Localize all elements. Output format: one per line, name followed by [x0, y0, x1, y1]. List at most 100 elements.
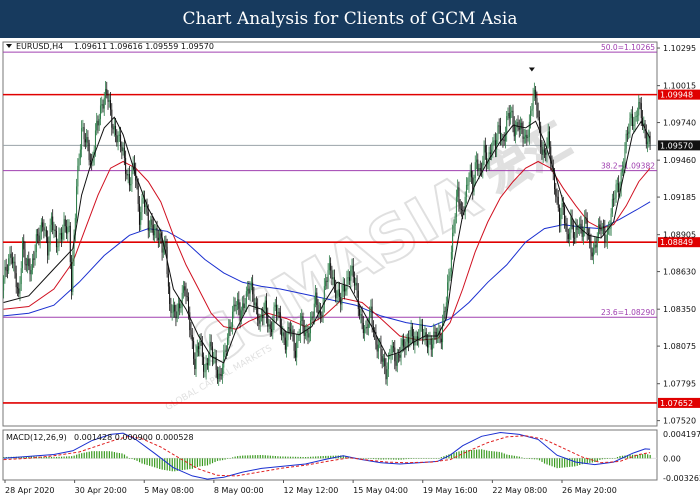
candle-body [411, 326, 413, 337]
candle-body [336, 295, 338, 299]
candle-body [561, 203, 563, 215]
price-tick-label: 1.07795 [663, 380, 696, 389]
candle-body [59, 232, 61, 235]
macd-histogram-bar [501, 452, 503, 459]
candle-body [626, 133, 628, 135]
candle-body [35, 234, 37, 253]
macd-histogram-bar [370, 458, 372, 459]
candle-body [603, 226, 605, 228]
macd-histogram-bar [86, 452, 88, 459]
macd-histogram-bar [279, 456, 282, 459]
candle-body [382, 358, 384, 362]
candle-body [269, 324, 271, 329]
macd-histogram-bar [644, 453, 646, 459]
macd-histogram-bar [637, 454, 639, 459]
candle-body [191, 335, 193, 342]
macd-histogram-bar [214, 458, 216, 463]
candle-body [408, 337, 410, 344]
macd-histogram-bar [478, 449, 480, 459]
macd-histogram-bar [385, 458, 387, 460]
candle-body [645, 131, 647, 145]
candle-body [555, 189, 557, 197]
candle-body [308, 333, 310, 338]
macd-histogram-bar [508, 454, 510, 459]
candle-body [64, 219, 66, 227]
candle-body [296, 341, 298, 358]
macd-histogram-bar [481, 449, 483, 459]
candle-body [361, 314, 363, 323]
candle-body [137, 185, 139, 204]
candle-body [57, 246, 59, 248]
candle-body [371, 306, 373, 326]
candle-body [278, 311, 280, 313]
candle-body [584, 217, 586, 231]
candle-body [381, 356, 383, 362]
candle-body [409, 338, 411, 344]
candle-body [470, 170, 472, 178]
fibonacci-level-label: 50.0=1.10265 [601, 43, 655, 52]
candle-body [32, 258, 34, 270]
candle-body [206, 362, 208, 366]
macd-histogram-bar [224, 458, 226, 460]
macd-histogram-bar [496, 451, 498, 459]
macd-histogram-bar [420, 458, 422, 459]
candle-body [367, 324, 369, 328]
candle-body [586, 218, 588, 233]
candle-body [255, 302, 257, 307]
candle-body [557, 196, 559, 208]
macd-histogram-bar [242, 455, 244, 459]
candle-body [159, 233, 161, 241]
price-tick-label: 1.08075 [663, 342, 696, 351]
candle-body [195, 352, 197, 370]
price-tick-label: 1.09185 [663, 193, 696, 202]
candle-body [141, 198, 143, 213]
macd-histogram-bar [533, 458, 536, 460]
candle-body [232, 311, 234, 327]
candle-body [116, 134, 118, 143]
macd-histogram-bar [327, 455, 329, 459]
candle-body [315, 292, 317, 304]
candle-body [362, 322, 364, 334]
candle-body [44, 229, 46, 231]
candle-body [42, 222, 44, 228]
candle-body [179, 303, 181, 309]
candle-body [242, 303, 244, 311]
candle-body [497, 125, 499, 140]
candle-body [292, 330, 294, 335]
candle-body [479, 167, 481, 171]
price-tick-label: 1.10295 [663, 44, 696, 53]
candle-body [599, 224, 601, 228]
candle-body [170, 304, 172, 313]
macd-histogram-bar [320, 456, 322, 459]
candle-body [140, 212, 142, 225]
candle-body [488, 152, 490, 163]
candle-body [340, 297, 342, 305]
candle-body [521, 122, 523, 129]
candle-body [484, 145, 486, 153]
macd-histogram-bar [196, 458, 199, 467]
candle-body [268, 324, 270, 327]
candle-body [307, 330, 309, 338]
macd-histogram-bar [415, 458, 417, 459]
candle-body [473, 178, 475, 192]
macd-readout: 0.001428 0.000900 0.000528 [74, 433, 194, 442]
candle-body [14, 261, 16, 274]
macd-histogram-bar [418, 458, 420, 459]
macd-histogram-bar [307, 456, 309, 459]
candle-body [189, 312, 191, 331]
candle-body [458, 187, 460, 204]
candle-body [639, 102, 641, 104]
candle-body [243, 303, 245, 309]
candle-body [79, 149, 81, 159]
candle-body [525, 134, 527, 137]
candle-body [76, 186, 78, 219]
candle-body [601, 226, 603, 231]
candle-body [604, 227, 606, 242]
macd-histogram-bar [393, 458, 395, 460]
price-tick-label: 1.09740 [663, 119, 696, 128]
macd-histogram-bar [322, 456, 324, 459]
candle-body [574, 237, 576, 239]
candle-body [105, 88, 107, 98]
candle-body [276, 304, 278, 315]
candle-body [430, 338, 432, 350]
